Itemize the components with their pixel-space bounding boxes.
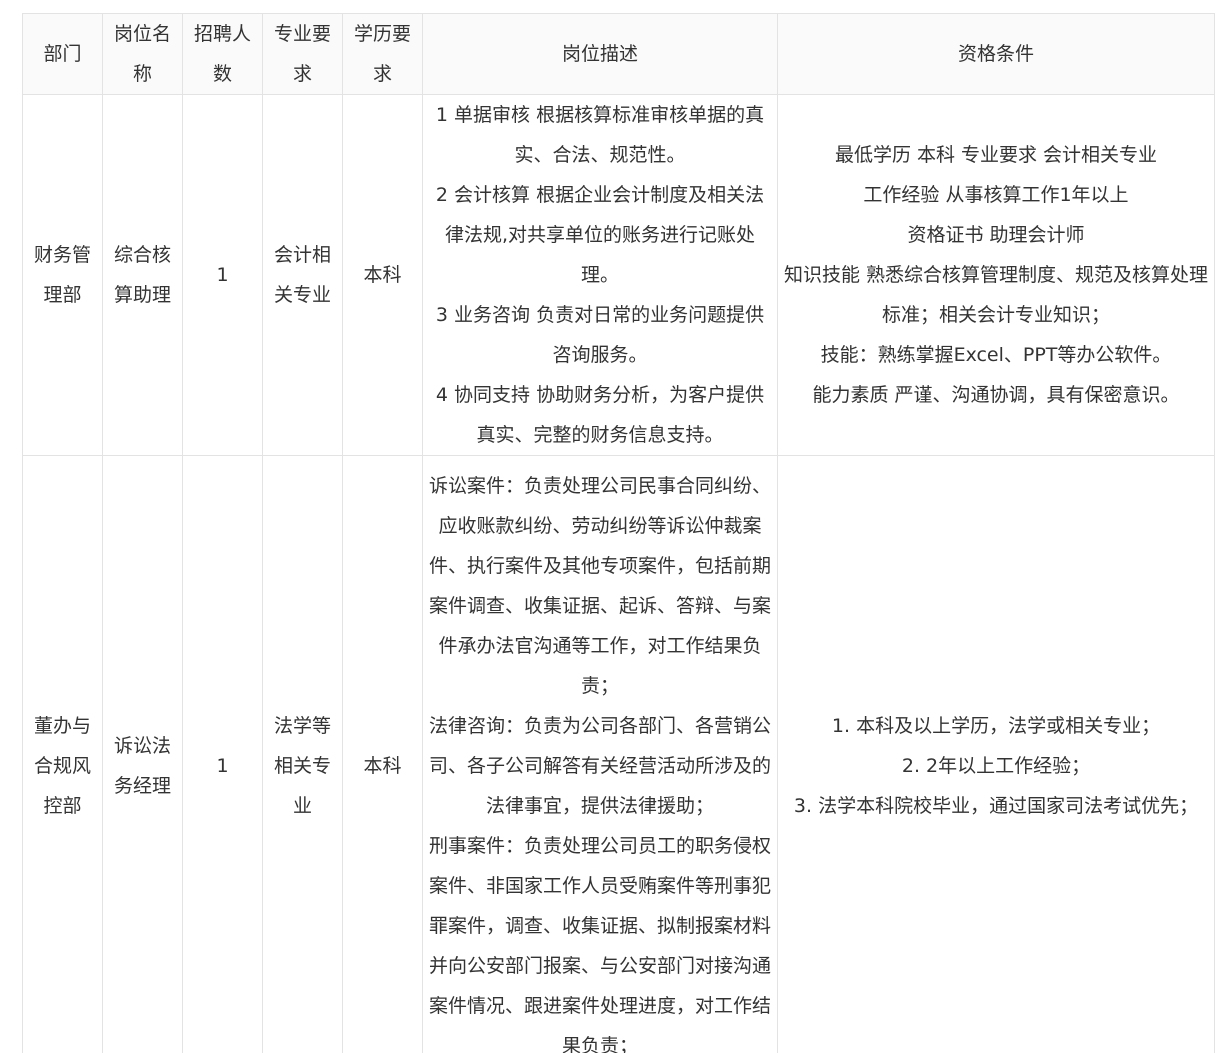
qualification-line: 能力素质 严谨、沟通协调，具有保密意识。	[812, 384, 1180, 406]
table-row: 董办与合规风控部 诉讼法务经理 1 法学等相关专业 本科 诉讼案件：负责处理公司…	[22, 455, 1215, 1053]
cell-position: 综合核算助理	[102, 94, 183, 456]
table-header-row: 部门 岗位名称 招聘人数 专业要求 学历要求 岗位描述 资格条件	[22, 13, 1215, 95]
cell-department: 财务管理部	[22, 94, 103, 456]
table-row: 财务管理部 综合核算助理 1 会计相关专业 本科 1 单据审核 根据核算标准审核…	[22, 94, 1215, 456]
cell-major: 法学等相关专业	[262, 455, 343, 1053]
description-line: 刑事案件：负责处理公司员工的职务侵权案件、非国家工作人员受贿案件等刑事犯罪案件，…	[428, 834, 771, 1053]
description-line: 2 会计核算 根据企业会计制度及相关法律法规,对共享单位的账务进行记账处理。	[435, 184, 765, 286]
qualification-line: 2. 2年以上工作经验；	[901, 754, 1091, 777]
header-major: 专业要求	[262, 13, 343, 95]
cell-qualification: 1. 本科及以上学历，法学或相关专业； 2. 2年以上工作经验； 3. 法学本科…	[777, 455, 1215, 1053]
cell-qualification: 最低学历 本科 专业要求 会计相关专业 工作经验 从事核算工作1年以上 资格证书…	[777, 94, 1215, 456]
qualification-line: 最低学历 本科 专业要求 会计相关专业	[834, 144, 1158, 166]
description-line: 3 业务咨询 负责对日常的业务问题提供咨询服务。	[435, 304, 765, 366]
header-position: 岗位名称	[102, 13, 183, 95]
page: 部门 岗位名称 招聘人数 专业要求 学历要求 岗位描述 资格条件 财务管理部 综…	[0, 0, 1232, 1053]
cell-description: 诉讼案件：负责处理公司民事合同纠纷、应收账款纠纷、劳动纠纷等诉讼仲裁案件、执行案…	[422, 455, 778, 1053]
cell-department: 董办与合规风控部	[22, 455, 103, 1053]
qualification-line: 技能：熟练掌握Excel、PPT等办公软件。	[820, 344, 1172, 366]
description-line: 法律咨询：负责为公司各部门、各营销公司、各子公司解答有关经营活动所涉及的法律事宜…	[428, 714, 771, 817]
qualification-line: 1. 本科及以上学历，法学或相关专业；	[831, 714, 1161, 737]
description-line: 1 单据审核 根据核算标准审核单据的真实、合法、规范性。	[435, 104, 765, 166]
cell-count: 1	[182, 94, 263, 456]
qualification-line: 工作经验 从事核算工作1年以上	[863, 184, 1129, 206]
description-line: 诉讼案件：负责处理公司民事合同纠纷、应收账款纠纷、劳动纠纷等诉讼仲裁案件、执行案…	[428, 474, 771, 697]
header-education: 学历要求	[342, 13, 423, 95]
cell-major: 会计相关专业	[262, 94, 343, 456]
cell-education: 本科	[342, 455, 423, 1053]
qualification-line: 3. 法学本科院校毕业，通过国家司法考试优先；	[793, 794, 1199, 817]
cell-count: 1	[182, 455, 263, 1053]
header-description: 岗位描述	[422, 13, 778, 95]
header-count: 招聘人数	[182, 13, 263, 95]
header-department: 部门	[22, 13, 103, 95]
header-qualification: 资格条件	[777, 13, 1215, 95]
qualification-line: 资格证书 助理会计师	[907, 224, 1085, 246]
cell-description: 1 单据审核 根据核算标准审核单据的真实、合法、规范性。 2 会计核算 根据企业…	[422, 94, 778, 456]
qualification-line: 知识技能 熟悉综合核算管理制度、规范及核算处理标准；相关会计专业知识；	[783, 264, 1209, 326]
description-line: 4 协同支持 协助财务分析，为客户提供真实、完整的财务信息支持。	[435, 384, 765, 446]
recruitment-table: 部门 岗位名称 招聘人数 专业要求 学历要求 岗位描述 资格条件 财务管理部 综…	[22, 13, 1215, 1053]
cell-education: 本科	[342, 94, 423, 456]
cell-position: 诉讼法务经理	[102, 455, 183, 1053]
